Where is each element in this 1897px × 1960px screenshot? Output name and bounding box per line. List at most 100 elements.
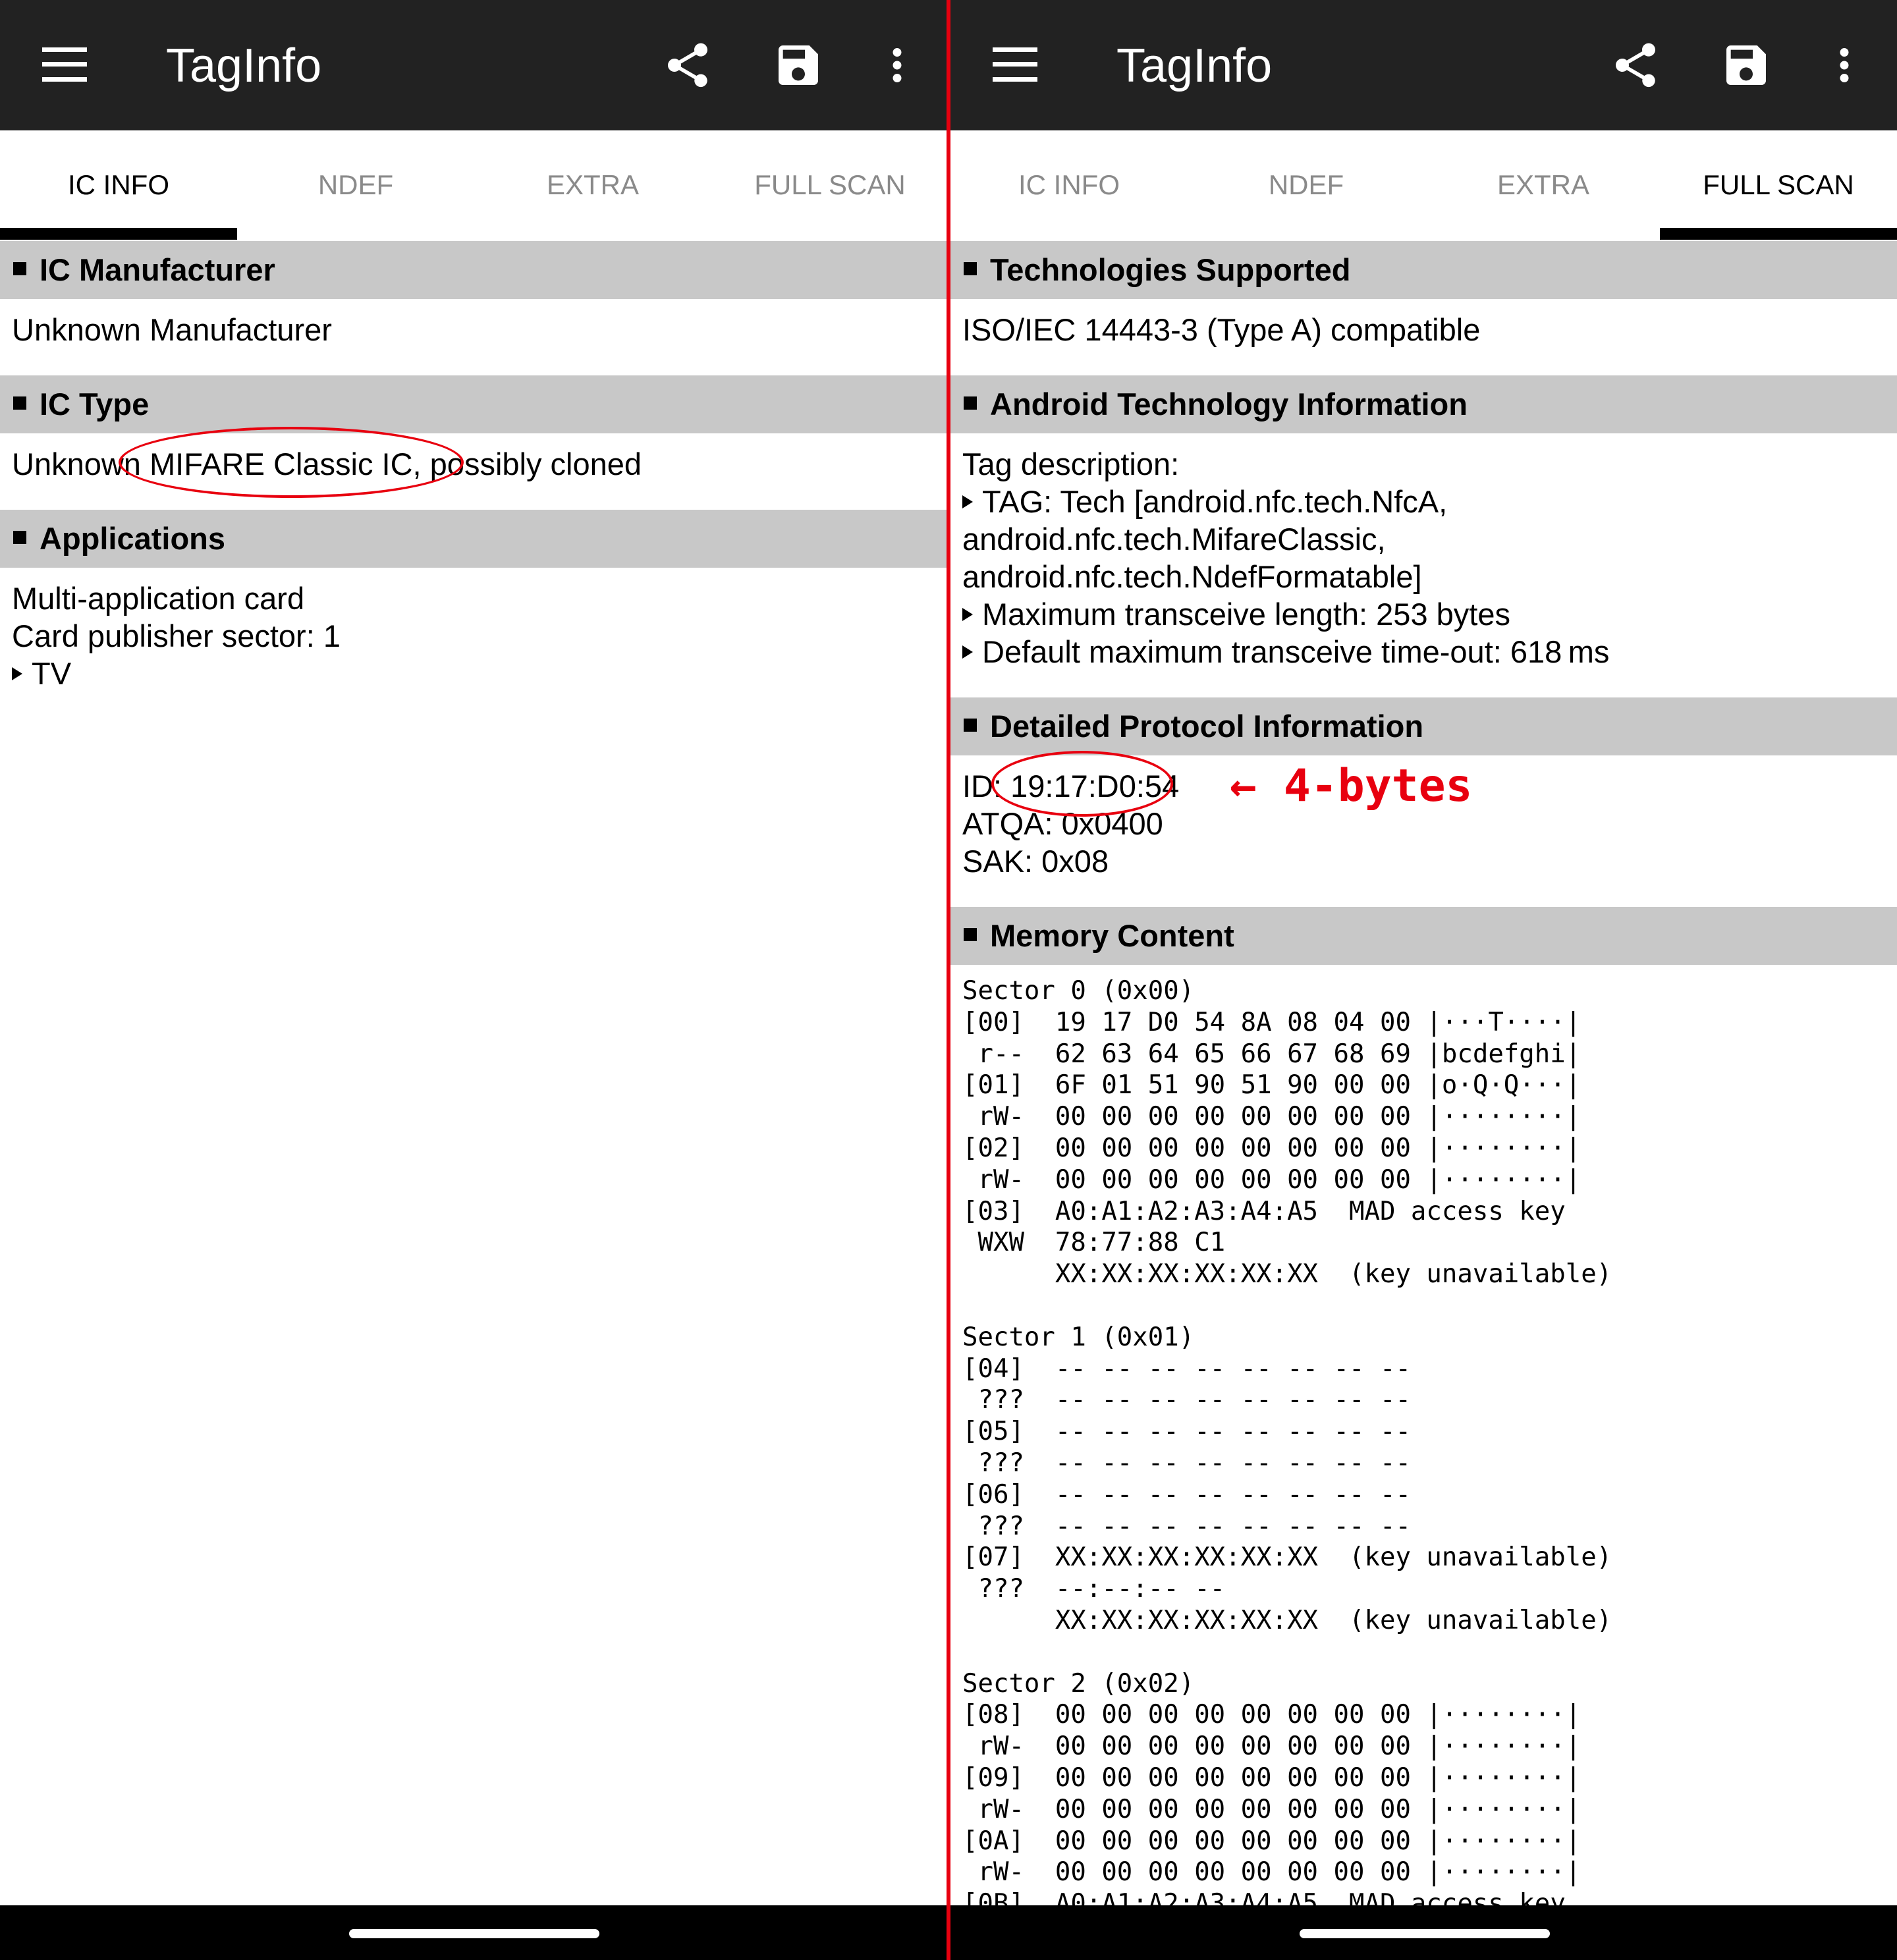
tab-ic-info[interactable]: IC INFO — [950, 130, 1188, 240]
memory-line: [07] XX:XX:XX:XX:XX:XX (key unavailable) — [962, 1542, 1612, 1573]
save-icon[interactable] — [1720, 37, 1773, 94]
tab-ndef[interactable]: NDEF — [237, 130, 474, 240]
applications-line-1: Multi-application card — [12, 581, 305, 616]
memory-line: WXW 78:77:88 C1 — [962, 1228, 1226, 1258]
tab-full-scan[interactable]: FULL SCAN — [1660, 130, 1897, 240]
memory-line: rW- 00 00 00 00 00 00 00 00 |········| — [962, 1857, 1581, 1888]
memory-line: [05] -- -- -- -- -- -- -- -- — [962, 1417, 1411, 1447]
home-gesture-handle[interactable] — [1300, 1929, 1550, 1938]
app-bar: TagInfo — [950, 0, 1897, 130]
tag-tech-item[interactable]: TAG: Tech [android.nfc.tech.NfcA, — [962, 483, 1447, 520]
tab-full-scan[interactable]: FULL SCAN — [711, 130, 947, 240]
memory-line: ??? -- -- -- -- -- -- -- -- — [962, 1385, 1411, 1415]
app-bar: TagInfo — [0, 0, 947, 130]
tab-ndef[interactable]: NDEF — [1188, 130, 1425, 240]
expand-triangle-icon — [962, 645, 973, 659]
tv-label: TV — [32, 656, 72, 691]
tag-tech-line-3: android.nfc.tech.NdefFormatable] — [962, 559, 1422, 594]
section-header-protocol: Detailed Protocol Information — [950, 697, 1897, 755]
bullet-square — [964, 928, 977, 941]
memory-line: rW- 00 00 00 00 00 00 00 00 |········| — [962, 1794, 1581, 1824]
more-vert-icon[interactable] — [871, 37, 923, 94]
memory-line: [01] 6F 01 51 90 51 90 00 00 |o·Q·Q···| — [962, 1070, 1581, 1101]
memory-line: [0A] 00 00 00 00 00 00 00 00 |········| — [962, 1826, 1581, 1856]
section-header-ic-type: IC Type — [0, 375, 947, 433]
nav-bar — [950, 1905, 1897, 1960]
menu-icon[interactable] — [42, 47, 87, 82]
section-title: Memory Content — [990, 918, 1234, 953]
timeout-text: Default maximum transceive time-out: 618… — [982, 634, 1610, 669]
annotation-4-bytes: ← 4-bytes — [1230, 760, 1473, 812]
tab-bar: IC INFO NDEF EXTRA FULL SCAN — [950, 130, 1897, 240]
max-transceive-item[interactable]: Maximum transceive length: 253 bytes — [962, 595, 1510, 633]
memory-line: XX:XX:XX:XX:XX:XX (key unavailable) — [962, 1259, 1612, 1290]
bullet-square — [964, 262, 977, 275]
memory-line: r-- 62 63 64 65 66 67 68 69 |bcdefghi| — [962, 1039, 1581, 1069]
more-vert-icon[interactable] — [1819, 37, 1870, 94]
bullet-square — [13, 396, 26, 410]
memory-line: ??? -- -- -- -- -- -- -- -- — [962, 1511, 1411, 1541]
memory-line: rW- 00 00 00 00 00 00 00 00 |········| — [962, 1731, 1581, 1762]
memory-line: XX:XX:XX:XX:XX:XX (key unavailable) — [962, 1606, 1612, 1635]
tag-tech-line: TAG: Tech [android.nfc.tech.NfcA, — [982, 484, 1448, 519]
tag-description-label: Tag description: — [962, 447, 1180, 481]
menu-icon[interactable] — [993, 47, 1037, 82]
tag-tech-line-2: android.nfc.tech.MifareClassic, — [962, 522, 1386, 557]
memory-line: Sector 1 (0x01) — [962, 1322, 1195, 1352]
tab-extra[interactable]: EXTRA — [474, 130, 711, 240]
memory-line: [00] 19 17 D0 54 8A 08 04 00 |···T····| — [962, 1007, 1581, 1037]
memory-line: [04] -- -- -- -- -- -- -- -- — [962, 1353, 1411, 1384]
memory-line: ??? --:--:-- -- — [962, 1574, 1226, 1604]
tech-supported-value: ISO/IEC 14443-3 (Type A) compatible — [962, 312, 1481, 347]
red-divider — [947, 0, 950, 1960]
memory-line: [09] 00 00 00 00 00 00 00 00 |········| — [962, 1763, 1581, 1793]
manufacturer-value: Unknown Manufacturer — [12, 312, 332, 347]
applications-line-2: Card publisher sector: 1 — [12, 618, 341, 653]
tab-extra[interactable]: EXTRA — [1425, 130, 1662, 240]
home-gesture-handle[interactable] — [349, 1929, 599, 1938]
memory-line: rW- 00 00 00 00 00 00 00 00 |········| — [962, 1102, 1581, 1132]
section-title: Applications — [40, 521, 226, 556]
section-title: Detailed Protocol Information — [990, 709, 1424, 744]
section-title: IC Type — [40, 387, 150, 422]
memory-line: [02] 00 00 00 00 00 00 00 00 |········| — [962, 1133, 1581, 1163]
annotation-ellipse-id — [991, 751, 1173, 817]
app-title: TagInfo — [1116, 40, 1273, 92]
protocol-sak: SAK: 0x08 — [962, 844, 1109, 879]
memory-line: ??? -- -- -- -- -- -- -- -- — [962, 1448, 1411, 1478]
share-icon[interactable] — [661, 37, 714, 94]
expand-triangle-icon — [962, 608, 973, 621]
section-title: IC Manufacturer — [40, 252, 275, 287]
nav-bar — [0, 1905, 947, 1960]
annotation-ellipse-ic-type — [119, 427, 464, 498]
section-header-memory: Memory Content — [950, 907, 1897, 965]
bullet-square — [13, 262, 26, 275]
memory-line: Sector 2 (0x02) — [962, 1668, 1195, 1699]
max-transceive-text: Maximum transceive length: 253 bytes — [982, 597, 1510, 632]
bullet-square — [964, 396, 977, 410]
section-title: Technologies Supported — [990, 252, 1351, 287]
timeout-item[interactable]: Default maximum transceive time-out: 618… — [962, 633, 1609, 670]
tab-bar: IC INFO NDEF EXTRA FULL SCAN — [0, 130, 947, 240]
right-screen: TagInfo IC INFO NDEF EXTRA FULL SCAN Tec… — [950, 0, 1897, 1960]
memory-line: Sector 0 (0x00) — [962, 976, 1195, 1006]
section-header-android-tech: Android Technology Information — [950, 375, 1897, 433]
share-icon[interactable] — [1609, 37, 1662, 94]
section-header-applications: Applications — [0, 510, 947, 568]
save-icon[interactable] — [772, 37, 825, 94]
left-screen: TagInfo IC INFO NDEF EXTRA FULL SCAN IC … — [0, 0, 947, 1960]
expand-triangle-icon — [962, 495, 973, 508]
memory-line: [06] -- -- -- -- -- -- -- -- — [962, 1479, 1411, 1510]
applications-tv-item[interactable]: TV — [12, 655, 71, 692]
section-header-technologies: Technologies Supported — [950, 241, 1897, 299]
expand-triangle-icon — [12, 667, 22, 680]
memory-line: rW- 00 00 00 00 00 00 00 00 |········| — [962, 1164, 1581, 1195]
section-header-ic-manufacturer: IC Manufacturer — [0, 241, 947, 299]
memory-line: [08] 00 00 00 00 00 00 00 00 |········| — [962, 1700, 1581, 1730]
tab-ic-info[interactable]: IC INFO — [0, 130, 237, 240]
section-title: Android Technology Information — [990, 387, 1468, 422]
bullet-square — [964, 719, 977, 732]
app-title: TagInfo — [166, 40, 322, 92]
memory-line: [03] A0:A1:A2:A3:A4:A5 MAD access key — [962, 1196, 1566, 1226]
bullet-square — [13, 531, 26, 544]
